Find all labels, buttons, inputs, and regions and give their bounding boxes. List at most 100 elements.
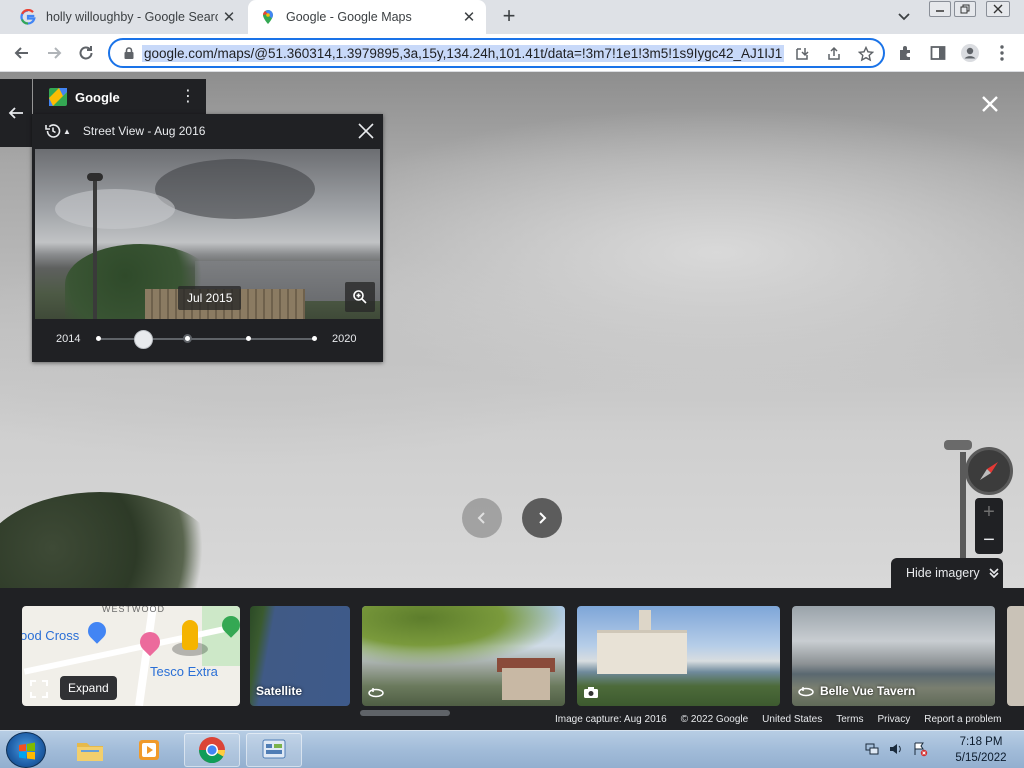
report-problem-link[interactable]: Report a problem xyxy=(924,714,1001,728)
browser-toolbar: google.com/maps/@51.360314,1.3979895,3a,… xyxy=(0,34,1024,72)
expand-tooltip: Expand xyxy=(60,676,117,700)
chrome-taskbar-button[interactable] xyxy=(184,733,240,767)
photo-360-card[interactable]: Belle Vue Tavern xyxy=(792,606,995,706)
pegman-icon xyxy=(182,620,198,650)
timeline-tick-selected[interactable] xyxy=(183,334,192,343)
timeline-start-year: 2014 xyxy=(56,333,81,345)
arrow-left-icon xyxy=(14,47,28,59)
tab-strip: holly willoughby - Google Search ✕ Googl… xyxy=(0,0,1024,34)
magnifier-plus-icon xyxy=(353,290,367,304)
hide-imagery-button[interactable]: Hide imagery xyxy=(891,558,1003,588)
imagery-scrollbar[interactable] xyxy=(360,710,450,716)
history-clock-icon[interactable] xyxy=(44,122,62,140)
volume-icon[interactable] xyxy=(888,741,904,757)
browser-menu-button[interactable] xyxy=(990,41,1014,65)
timeline-track[interactable] xyxy=(98,338,316,340)
zoom-in-button[interactable]: + xyxy=(975,498,1003,526)
side-panel-button[interactable] xyxy=(926,41,950,65)
more-options-icon[interactable]: ⋮ xyxy=(180,89,196,105)
close-icon[interactable]: ✕ xyxy=(458,6,480,28)
arrow-right-icon xyxy=(48,47,62,59)
lock-icon[interactable] xyxy=(122,46,136,60)
restore-button[interactable] xyxy=(954,1,976,17)
control-panel-button[interactable] xyxy=(246,733,302,767)
extensions-button[interactable] xyxy=(894,41,918,65)
thumbnail-date-label: Jul 2015 xyxy=(178,286,242,310)
expand-icon[interactable] xyxy=(28,678,50,700)
media-player-icon xyxy=(139,740,159,760)
reload-button[interactable] xyxy=(74,41,98,65)
install-app-icon[interactable] xyxy=(792,45,812,63)
street-view-header: ▲ Street View - Aug 2016 xyxy=(32,114,383,148)
zoom-in-thumbnail-button[interactable] xyxy=(345,282,375,312)
previous-image-button[interactable] xyxy=(462,498,502,538)
map-green-area xyxy=(202,606,240,666)
timeline-tick[interactable] xyxy=(312,336,317,341)
photo-card[interactable] xyxy=(577,606,780,706)
terms-link[interactable]: Terms xyxy=(836,714,863,728)
media-player-button[interactable] xyxy=(122,733,178,767)
chevron-right-icon xyxy=(539,512,547,524)
time-travel-thumbnail[interactable]: Jul 2015 xyxy=(35,149,380,319)
minimize-icon xyxy=(936,10,944,12)
photo-card[interactable] xyxy=(1007,606,1024,706)
action-center-flag-icon[interactable] xyxy=(912,741,928,757)
camera-icon xyxy=(584,687,598,698)
network-icon[interactable] xyxy=(864,741,880,757)
file-explorer-button[interactable] xyxy=(62,733,118,767)
back-button[interactable] xyxy=(10,41,34,65)
share-icon[interactable] xyxy=(824,45,844,63)
forward-button[interactable] xyxy=(42,41,66,65)
clock-time: 7:18 PM xyxy=(959,736,1003,748)
country-link[interactable]: United States xyxy=(762,714,822,728)
hide-imagery-label: Hide imagery xyxy=(906,566,980,580)
start-button[interactable] xyxy=(6,732,46,768)
profile-button[interactable] xyxy=(958,41,982,65)
close-window-button[interactable] xyxy=(986,1,1010,17)
tab-google-search[interactable]: holly willoughby - Google Search ✕ xyxy=(8,0,246,34)
360-icon xyxy=(368,688,384,698)
new-tab-button[interactable]: + xyxy=(496,5,522,29)
privacy-link[interactable]: Privacy xyxy=(877,714,910,728)
time-slider[interactable]: 2014 2020 xyxy=(32,320,383,362)
tab-search-chevron-icon[interactable] xyxy=(894,8,914,26)
close-street-view-icon[interactable] xyxy=(978,92,1002,116)
back-to-map-button[interactable] xyxy=(0,79,32,147)
close-icon[interactable] xyxy=(357,122,375,140)
chevron-left-icon xyxy=(477,512,485,524)
thumb-lamp-pole xyxy=(93,179,97,319)
satellite-card[interactable]: Satellite xyxy=(250,606,350,706)
mini-map-card[interactable]: WESTWOOD ood Cross Tesco Extra Expand xyxy=(22,606,240,706)
taskbar-clock[interactable]: 7:18 PM 5/15/2022 xyxy=(946,734,1016,766)
photo-building xyxy=(597,630,687,674)
photo-card-label: Belle Vue Tavern xyxy=(798,684,915,698)
minimize-button[interactable] xyxy=(929,1,951,17)
puzzle-icon xyxy=(900,46,910,60)
url-text[interactable]: google.com/maps/@51.360314,1.3979895,3a,… xyxy=(142,45,785,62)
maps-footer: Image capture: Aug 2016 © 2022 Google Un… xyxy=(555,714,1016,728)
timeline-knob[interactable] xyxy=(134,330,153,349)
zoom-controls: + − xyxy=(975,498,1003,554)
zoom-out-button[interactable]: − xyxy=(975,526,1003,554)
360-icon xyxy=(798,687,814,697)
caret-up-icon[interactable]: ▲ xyxy=(63,127,71,136)
thumb-cloud xyxy=(155,159,315,219)
timeline-tick[interactable] xyxy=(246,336,251,341)
windows-logo-icon xyxy=(19,742,35,760)
copyright-text: © 2022 Google xyxy=(680,714,749,725)
bookmark-star-icon[interactable] xyxy=(856,45,876,63)
compass-button[interactable] xyxy=(965,447,1013,495)
photo-house xyxy=(502,668,550,700)
next-image-button[interactable] xyxy=(522,498,562,538)
address-bar[interactable]: google.com/maps/@51.360314,1.3979895,3a,… xyxy=(108,38,885,68)
panorama-lamp xyxy=(944,440,972,450)
maps-header-card: Google ⋮ xyxy=(33,79,206,115)
system-tray xyxy=(864,741,936,759)
avatar-icon xyxy=(961,44,979,62)
close-icon[interactable]: ✕ xyxy=(218,6,240,28)
side-panel-icon xyxy=(930,46,946,60)
timeline-tick[interactable] xyxy=(96,336,101,341)
tab-google-maps[interactable]: Google - Google Maps ✕ xyxy=(248,0,486,34)
photo-360-card[interactable] xyxy=(362,606,565,706)
imagery-strip: WESTWOOD ood Cross Tesco Extra Expand Sa… xyxy=(0,588,1024,730)
